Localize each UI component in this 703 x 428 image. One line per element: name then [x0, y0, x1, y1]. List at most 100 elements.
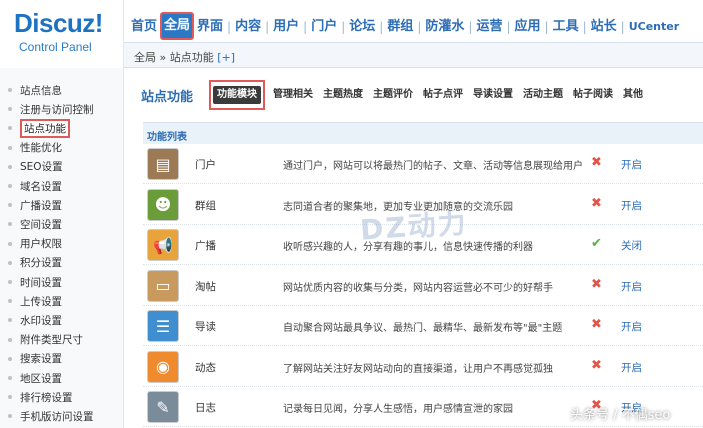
feature-name: 日志 — [195, 402, 216, 414]
tab[interactable]: 帖子点评 — [418, 84, 468, 106]
tab[interactable]: 主题评价 — [368, 84, 418, 106]
sidebar-item-label: 站点功能 — [20, 118, 70, 138]
nav-item[interactable]: 群组 — [384, 14, 416, 40]
bullet-icon — [8, 414, 12, 419]
bullet-icon — [8, 241, 12, 246]
sidebar-item-label: 积分设置 — [20, 257, 62, 270]
sidebar-item[interactable]: SEO设置 — [8, 159, 63, 175]
sidebar-item-label: 性能优化 — [20, 142, 62, 155]
nav-item[interactable]: 界面 — [194, 14, 226, 40]
bullet-icon — [8, 203, 12, 208]
bullet-icon — [8, 184, 12, 188]
bullet-icon — [8, 299, 12, 304]
sidebar-item-label: 空间设置 — [20, 218, 62, 231]
nav-item[interactable]: 门户 — [308, 14, 340, 40]
feature-row: ▤ 门户 通过门户，网站可以将最热门的帖子、文章、活动等信息展现给用户 ✖ 开启 — [143, 144, 703, 184]
sidebar-item[interactable]: 站点功能 — [8, 118, 70, 138]
sidebar-item[interactable]: 性能优化 — [8, 140, 62, 156]
sidebar-item-label: 手机版访问设置 — [20, 410, 94, 423]
sidebar-item[interactable]: 上传设置 — [8, 293, 62, 309]
list-header: 功能列表 — [143, 122, 703, 144]
bullet-icon — [8, 222, 12, 227]
main-panel: 站点功能 功能模块 管理相关 主题热度 主题评价 帖子点评 导读设置 活动主题 帖子阅读 其他 … — [125, 68, 703, 428]
tab-label: 其他 — [623, 89, 643, 100]
tab[interactable]: 帖子阅读 — [568, 84, 618, 106]
sidebar-item[interactable]: 水印设置 — [8, 312, 62, 328]
sidebar-item[interactable]: 手机版访问设置 — [8, 408, 94, 424]
sidebar-item[interactable]: 积分设置 — [8, 255, 62, 271]
tab[interactable]: 活动主题 — [518, 84, 568, 106]
toggle-feature-link[interactable]: 开启 — [621, 360, 642, 375]
tab-label: 功能模块 — [213, 86, 261, 104]
bullet-icon — [8, 395, 12, 400]
bullet-icon — [8, 88, 12, 92]
feature-row: ☰ 导读 自动聚合网站最具争议、最热门、最精华、最新发布等"最"主题 ✖ 开启 — [143, 306, 703, 346]
tab[interactable]: 主题热度 — [318, 84, 368, 106]
blog-icon: ✎ — [147, 391, 179, 423]
sidebar-item[interactable]: 站点信息 — [8, 82, 62, 98]
collection-icon: ▭ — [147, 269, 179, 302]
bullet-icon — [8, 126, 12, 131]
tab[interactable]: 功能模块 — [209, 80, 265, 110]
nav-item[interactable]: 用户 — [270, 14, 302, 40]
bullet-icon — [8, 145, 12, 150]
nav-item[interactable]: 应用 — [512, 14, 544, 40]
sidebar: 站点信息注册与访问控制 站点功能性能优化 SEO设置域名设置广播设置空间设置用户权限… — [0, 68, 124, 428]
feature-description: 记录每日见闻，分享人生感悟，用户感情宣泄的家园 — [283, 404, 513, 415]
toggle-feature-link[interactable]: 关闭 — [621, 238, 642, 253]
toggle-feature-link[interactable]: 开启 — [621, 198, 642, 213]
tab-label: 活动主题 — [523, 89, 563, 100]
nav-item[interactable]: 内容 — [232, 14, 264, 40]
main-nav: 首页 全局 界面 | 内容 | 用户 | 门户 | 论坛 | 群组 | 防灌水 | 运营 | 应用 | 工具 | 站长 | UC… — [128, 12, 682, 40]
tab[interactable]: 管理相关 — [268, 84, 318, 106]
toggle-feature-link[interactable]: 开启 — [621, 319, 642, 334]
disabled-cross-icon: ✖ — [591, 357, 602, 373]
sidebar-item-label: 上传设置 — [20, 295, 62, 308]
watermark: DZ动力 — [359, 206, 469, 247]
sidebar-item-label: 域名设置 — [20, 180, 62, 193]
top-navigation-bar: 首页 全局 界面 | 内容 | 用户 | 门户 | 论坛 | 群组 | 防灌水 | 运营 | 应用 | 工具 | 站长 | UC… — [124, 0, 703, 42]
toggle-feature-link[interactable]: 开启 — [621, 279, 642, 294]
add-shortcut-link[interactable]: [+] — [217, 51, 235, 64]
feature-name: 门户 — [195, 159, 216, 171]
nav-item[interactable]: 工具 — [550, 14, 582, 40]
page-title: 站点功能 — [141, 90, 194, 105]
sidebar-item[interactable]: 域名设置 — [8, 178, 62, 194]
settings-tabs: 功能模块 管理相关 主题热度 主题评价 帖子点评 导读设置 活动主题 帖子阅读 其他 — [209, 80, 648, 110]
feature-name: 广播 — [195, 240, 216, 252]
nav-item[interactable]: 站长 — [588, 14, 620, 40]
sidebar-item[interactable]: 空间设置 — [8, 216, 62, 232]
nav-item[interactable]: 运营 — [473, 14, 505, 40]
sidebar-item[interactable]: 广播设置 — [8, 197, 62, 213]
nav-item[interactable]: 论坛 — [346, 14, 378, 40]
sidebar-item[interactable]: 时间设置 — [8, 274, 62, 290]
sidebar-item-label: 水印设置 — [20, 314, 62, 327]
tab-label: 帖子点评 — [423, 89, 463, 100]
bullet-icon — [8, 260, 12, 265]
toggle-feature-link[interactable]: 开启 — [621, 157, 642, 172]
sidebar-item[interactable]: 附件类型尺寸 — [8, 332, 83, 348]
nav-item[interactable]: 防灌水 — [422, 14, 467, 40]
sidebar-item[interactable]: 地区设置 — [8, 370, 62, 386]
feature-name: 群组 — [195, 199, 216, 212]
disabled-cross-icon: ✖ — [591, 276, 602, 292]
feed-icon: ◉ — [147, 350, 179, 383]
group-icon: ☻ — [147, 188, 179, 221]
sidebar-item-label: 附件类型尺寸 — [20, 334, 83, 347]
sidebar-item[interactable]: 搜索设置 — [8, 351, 62, 367]
nav-item[interactable]: 首页 — [128, 14, 160, 40]
sidebar-item-label: 用户权限 — [20, 238, 62, 251]
sidebar-item[interactable]: 排行榜设置 — [8, 389, 73, 405]
bullet-icon — [8, 164, 12, 169]
sidebar-item[interactable]: 注册与访问控制 — [8, 101, 94, 117]
feature-row: ◉ 动态 了解网站关注好友网站动向的直接渠道，让用户不再感觉孤独 ✖ 开启 — [143, 347, 703, 387]
bullet-icon — [8, 376, 12, 380]
tab-label: 导读设置 — [473, 89, 513, 100]
nav-item[interactable]: UCenter — [626, 14, 682, 40]
disabled-cross-icon: ✖ — [591, 195, 602, 211]
logo-name: Discuz! — [14, 8, 103, 38]
tab[interactable]: 导读设置 — [468, 84, 518, 106]
tab[interactable]: 其他 — [618, 84, 648, 106]
sidebar-item[interactable]: 用户权限 — [8, 236, 62, 252]
nav-item[interactable]: 全局 — [160, 12, 195, 40]
